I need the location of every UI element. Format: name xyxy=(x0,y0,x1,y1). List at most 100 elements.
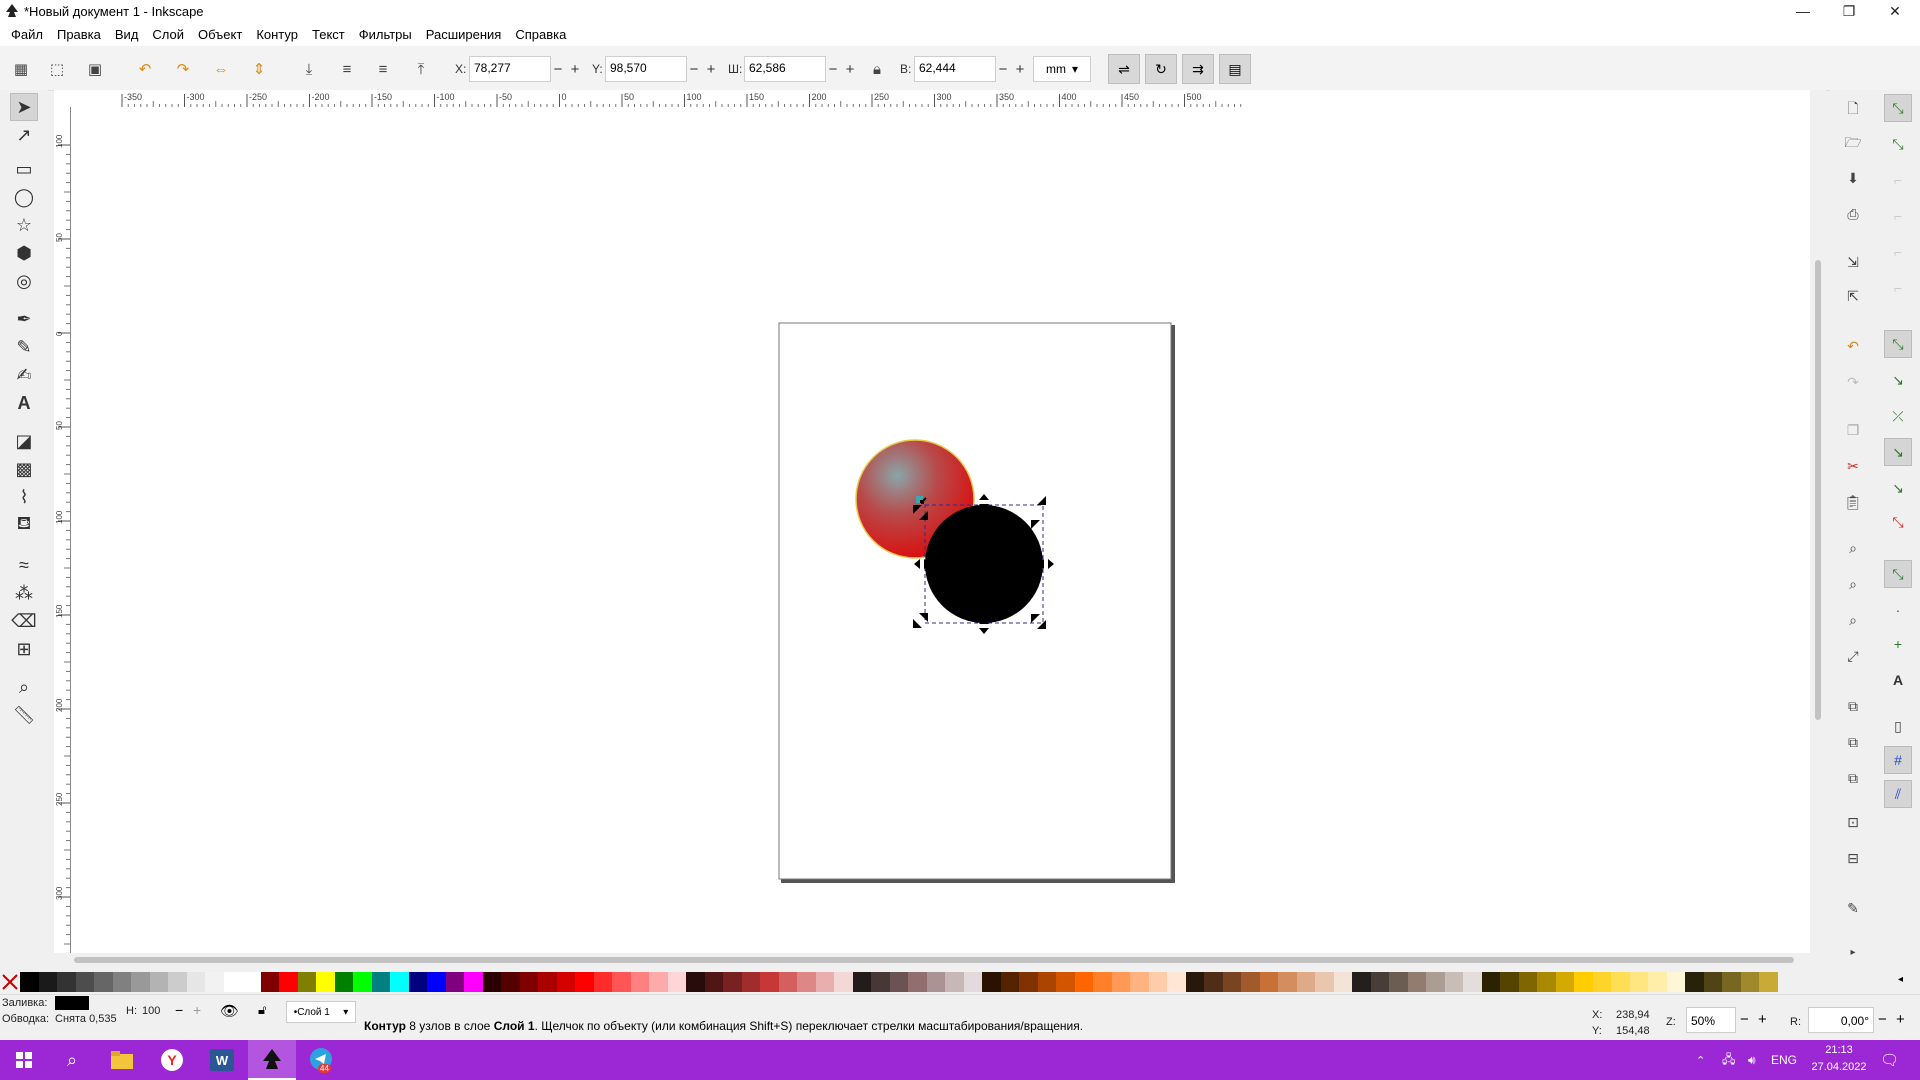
palette-swatch[interactable] xyxy=(168,972,187,992)
close-button[interactable]: ✕ xyxy=(1872,0,1918,22)
snap-bbox-icon[interactable]: ⤡ xyxy=(1884,130,1912,158)
canvas[interactable] xyxy=(71,107,1810,953)
deselect-icon[interactable]: ▣ xyxy=(84,58,106,80)
palette-swatch[interactable] xyxy=(815,972,834,992)
zoom-page-icon[interactable]: ⌕ xyxy=(1841,608,1865,632)
palette-swatch[interactable] xyxy=(1481,972,1500,992)
palette-swatch[interactable] xyxy=(1740,972,1759,992)
opacity-increment-button[interactable]: + xyxy=(193,1002,201,1018)
palette-swatch[interactable] xyxy=(353,972,372,992)
clock-date[interactable]: 27.04.2022 xyxy=(1808,1061,1870,1073)
print-icon[interactable]: ⎙ xyxy=(1841,202,1865,226)
palette-swatch[interactable] xyxy=(1185,972,1204,992)
menu-help[interactable]: Справка xyxy=(508,27,573,42)
palette-swatch[interactable] xyxy=(464,972,483,992)
minimize-button[interactable]: — xyxy=(1780,0,1826,22)
pencil-tool-icon[interactable]: ✎ xyxy=(10,333,38,361)
inkscape-taskbar-icon[interactable] xyxy=(248,1040,296,1080)
rotate-ccw-icon[interactable]: ↶ xyxy=(134,58,156,80)
mesh-tool-icon[interactable]: ▩ xyxy=(10,455,38,483)
palette-swatch[interactable] xyxy=(889,972,908,992)
vertical-scroll-thumb[interactable] xyxy=(1815,260,1821,720)
palette-swatch[interactable] xyxy=(316,972,335,992)
clock-time[interactable]: 21:13 xyxy=(1812,1044,1866,1056)
cut-icon[interactable]: ✂ xyxy=(1841,454,1865,478)
unlink-clone-icon[interactable]: ⧉ xyxy=(1841,766,1865,790)
palette-swatch[interactable] xyxy=(741,972,760,992)
menu-text[interactable]: Текст xyxy=(305,27,352,42)
unit-select[interactable]: mm ▾ xyxy=(1033,56,1091,82)
opacity-value[interactable]: 100 xyxy=(142,1005,160,1017)
palette-swatch[interactable] xyxy=(1278,972,1297,992)
palette-swatch[interactable] xyxy=(1130,972,1149,992)
palette-swatch[interactable] xyxy=(686,972,705,992)
palette-swatch[interactable] xyxy=(778,972,797,992)
zoom-drawing-icon[interactable]: ⌕ xyxy=(1841,572,1865,596)
palette-swatch[interactable] xyxy=(723,972,742,992)
paint-bucket-tool-icon[interactable]: ⛾ xyxy=(10,511,38,539)
menu-filters[interactable]: Фильтры xyxy=(352,27,419,42)
palette-swatch[interactable] xyxy=(186,972,205,992)
palette-swatch[interactable] xyxy=(1333,972,1352,992)
3d-box-tool-icon[interactable]: ⬢ xyxy=(10,239,38,267)
palette-swatch[interactable] xyxy=(38,972,57,992)
text-tool-icon[interactable]: A xyxy=(10,389,38,417)
eraser-tool-icon[interactable]: ⌫ xyxy=(10,607,38,635)
palette-swatch[interactable] xyxy=(1111,972,1130,992)
palette-swatch[interactable] xyxy=(1555,972,1574,992)
snap-text-baseline-icon[interactable]: A xyxy=(1884,666,1912,694)
lower-to-bottom-icon[interactable]: ⤓ xyxy=(298,58,320,80)
palette-swatch[interactable] xyxy=(704,972,723,992)
height-input[interactable]: 62,444 xyxy=(914,56,996,82)
horizontal-scroll-thumb[interactable] xyxy=(74,957,1794,963)
palette-swatch[interactable] xyxy=(1611,972,1630,992)
tray-overflow-icon[interactable]: ⌃ xyxy=(1696,1040,1705,1080)
ellipse-tool-icon[interactable]: ◯ xyxy=(10,183,38,211)
telegram-icon[interactable] xyxy=(298,1040,346,1080)
height-increment-button[interactable]: + xyxy=(1013,56,1027,82)
spiral-tool-icon[interactable]: ◎ xyxy=(10,267,38,295)
snap-smooth-icon[interactable]: ↘ xyxy=(1884,474,1912,502)
snap-center-icon[interactable]: · xyxy=(1884,596,1912,624)
palette-swatch[interactable] xyxy=(1222,972,1241,992)
palette-swatch[interactable] xyxy=(94,972,113,992)
snap-page-border-icon[interactable]: ▯ xyxy=(1884,712,1912,740)
layer-select[interactable]: •Слой 1 ▾ xyxy=(286,1001,356,1023)
palette-swatch[interactable] xyxy=(1629,972,1648,992)
snap-rotation-center-icon[interactable]: + xyxy=(1884,630,1912,658)
save-icon[interactable]: ⬇ xyxy=(1841,166,1865,190)
palette-swatch[interactable] xyxy=(1703,972,1722,992)
menu-edit[interactable]: Правка xyxy=(50,27,108,42)
palette-swatch[interactable] xyxy=(1426,972,1445,992)
connector-tool-icon[interactable]: ⊞ xyxy=(10,635,38,663)
palette-swatch[interactable] xyxy=(649,972,668,992)
x-input[interactable]: 78,277 xyxy=(469,56,551,82)
vertical-ruler[interactable]: 100 50 0 50 100 150 200 250 300 xyxy=(54,107,71,953)
palette-swatch[interactable] xyxy=(852,972,871,992)
palette-swatch[interactable] xyxy=(1315,972,1334,992)
black-circle[interactable] xyxy=(925,505,1043,623)
palette-swatch[interactable] xyxy=(131,972,150,992)
palette-swatch[interactable] xyxy=(427,972,446,992)
snap-enable-icon[interactable]: ⤡ xyxy=(1884,94,1912,122)
lock-icon[interactable]: 🔓︎ xyxy=(258,1002,266,1018)
volume-icon[interactable]: 🔊︎ xyxy=(1748,1040,1756,1080)
zoom-tool-icon[interactable]: ⌕ xyxy=(10,673,38,701)
pen-tool-icon[interactable]: ✒ xyxy=(10,305,38,333)
menu-file[interactable]: Файл xyxy=(4,27,50,42)
menu-object[interactable]: Объект xyxy=(191,27,249,42)
palette-swatch[interactable] xyxy=(1019,972,1038,992)
palette-swatch[interactable] xyxy=(1537,972,1556,992)
palette-swatch[interactable] xyxy=(575,972,594,992)
scale-corners-toggle[interactable]: ↻ xyxy=(1145,54,1177,84)
palette-swatch[interactable] xyxy=(390,972,409,992)
palette-swatch[interactable] xyxy=(667,972,686,992)
palette-swatch[interactable] xyxy=(408,972,427,992)
snap-bbox-center-icon[interactable]: ⌐ xyxy=(1884,274,1912,302)
palette-swatch[interactable] xyxy=(20,972,39,992)
palette-swatch[interactable] xyxy=(1722,972,1741,992)
no-paint-icon[interactable] xyxy=(2,974,18,990)
fill-stroke-icon[interactable]: ✎ xyxy=(1841,896,1865,920)
palette-swatch[interactable] xyxy=(963,972,982,992)
height-decrement-button[interactable]: − xyxy=(996,56,1010,82)
